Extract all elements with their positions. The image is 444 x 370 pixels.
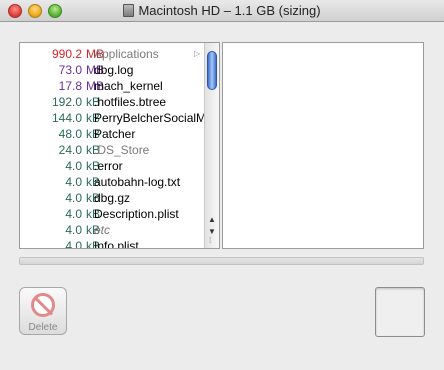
window-title-area: Macintosh HD – 1.1 GB (sizing)	[0, 3, 444, 18]
size-value: 24.0	[58, 143, 82, 157]
size-value: 4.0	[65, 175, 82, 189]
hard-disk-icon	[123, 4, 135, 17]
file-name: autobahn-log.txt	[94, 175, 181, 189]
file-name: dbg.log	[94, 63, 134, 77]
scroll-down-arrow-icon[interactable]: ▼	[208, 227, 216, 236]
file-rows: 990.2 MB Applications ▷ 73.0 MB dbg.log …	[20, 46, 206, 249]
list-item[interactable]: 4.0 kB Info.plist	[20, 238, 206, 249]
list-item[interactable]: 990.2 MB Applications ▷	[20, 46, 206, 62]
resize-grip-icon[interactable]: ⁞	[209, 236, 211, 245]
file-name: .hotfiles.btree	[94, 95, 167, 109]
delete-button[interactable]: Delete	[19, 287, 67, 335]
size-value: 17.8	[58, 79, 82, 93]
list-item[interactable]: 144.0 kB PerryBelcherSocialM	[20, 110, 206, 126]
size-value: 73.0	[58, 63, 82, 77]
list-item[interactable]: 4.0 kB etc	[20, 222, 206, 238]
list-item[interactable]: 48.0 kB Patcher	[20, 126, 206, 142]
prohibited-icon	[31, 293, 55, 317]
list-item[interactable]: 17.8 MB mach_kernel	[20, 78, 206, 94]
size-value: 4.0	[65, 223, 82, 237]
file-name: PerryBelcherSocialM	[94, 111, 206, 125]
file-name: .error	[94, 159, 123, 173]
vertical-scrollbar[interactable]: ▲ ▼ ⁞	[204, 43, 219, 248]
size-value: 144.0	[51, 111, 82, 125]
file-name: etc	[94, 223, 111, 237]
detail-panel	[222, 42, 424, 249]
list-item[interactable]: 4.0 kB .error	[20, 158, 206, 174]
size-value: 48.0	[58, 127, 82, 141]
file-name: .DS_Store	[94, 143, 150, 157]
size-value: 4.0	[65, 191, 82, 205]
list-item[interactable]: 24.0 kB .DS_Store	[20, 142, 206, 158]
list-item[interactable]: 192.0 kB .hotfiles.btree	[20, 94, 206, 110]
scrollbar-thumb[interactable]	[207, 51, 217, 90]
file-name: Applications	[94, 47, 159, 61]
disclosure-triangle-icon[interactable]: ▷	[194, 46, 200, 62]
size-value: 4.0	[65, 207, 82, 221]
list-item[interactable]: 73.0 MB dbg.log	[20, 62, 206, 78]
window-title: Macintosh HD – 1.1 GB (sizing)	[138, 3, 321, 18]
size-value: 990.2	[51, 47, 82, 61]
size-value: 192.0	[51, 95, 82, 109]
list-item[interactable]: 4.0 kB autobahn-log.txt	[20, 174, 206, 190]
delete-label: Delete	[28, 322, 58, 333]
preview-well[interactable]	[375, 287, 425, 337]
file-name: Description.plist	[94, 207, 179, 221]
file-name: mach_kernel	[94, 79, 163, 93]
sizing-progress-bar	[19, 257, 424, 265]
list-item[interactable]: 4.0 kB dbg.gz	[20, 190, 206, 206]
file-name: dbg.gz	[94, 191, 131, 205]
file-name: Info.plist	[94, 239, 139, 249]
window-titlebar: Macintosh HD – 1.1 GB (sizing)	[0, 0, 444, 22]
list-item[interactable]: 4.0 kB Description.plist	[20, 206, 206, 222]
size-value: 4.0	[65, 239, 82, 249]
size-value: 4.0	[65, 159, 82, 173]
file-name: Patcher	[94, 127, 136, 141]
file-size-list[interactable]: 990.2 MB Applications ▷ 73.0 MB dbg.log …	[19, 42, 220, 249]
scroll-up-arrow-icon[interactable]: ▲	[208, 215, 216, 224]
